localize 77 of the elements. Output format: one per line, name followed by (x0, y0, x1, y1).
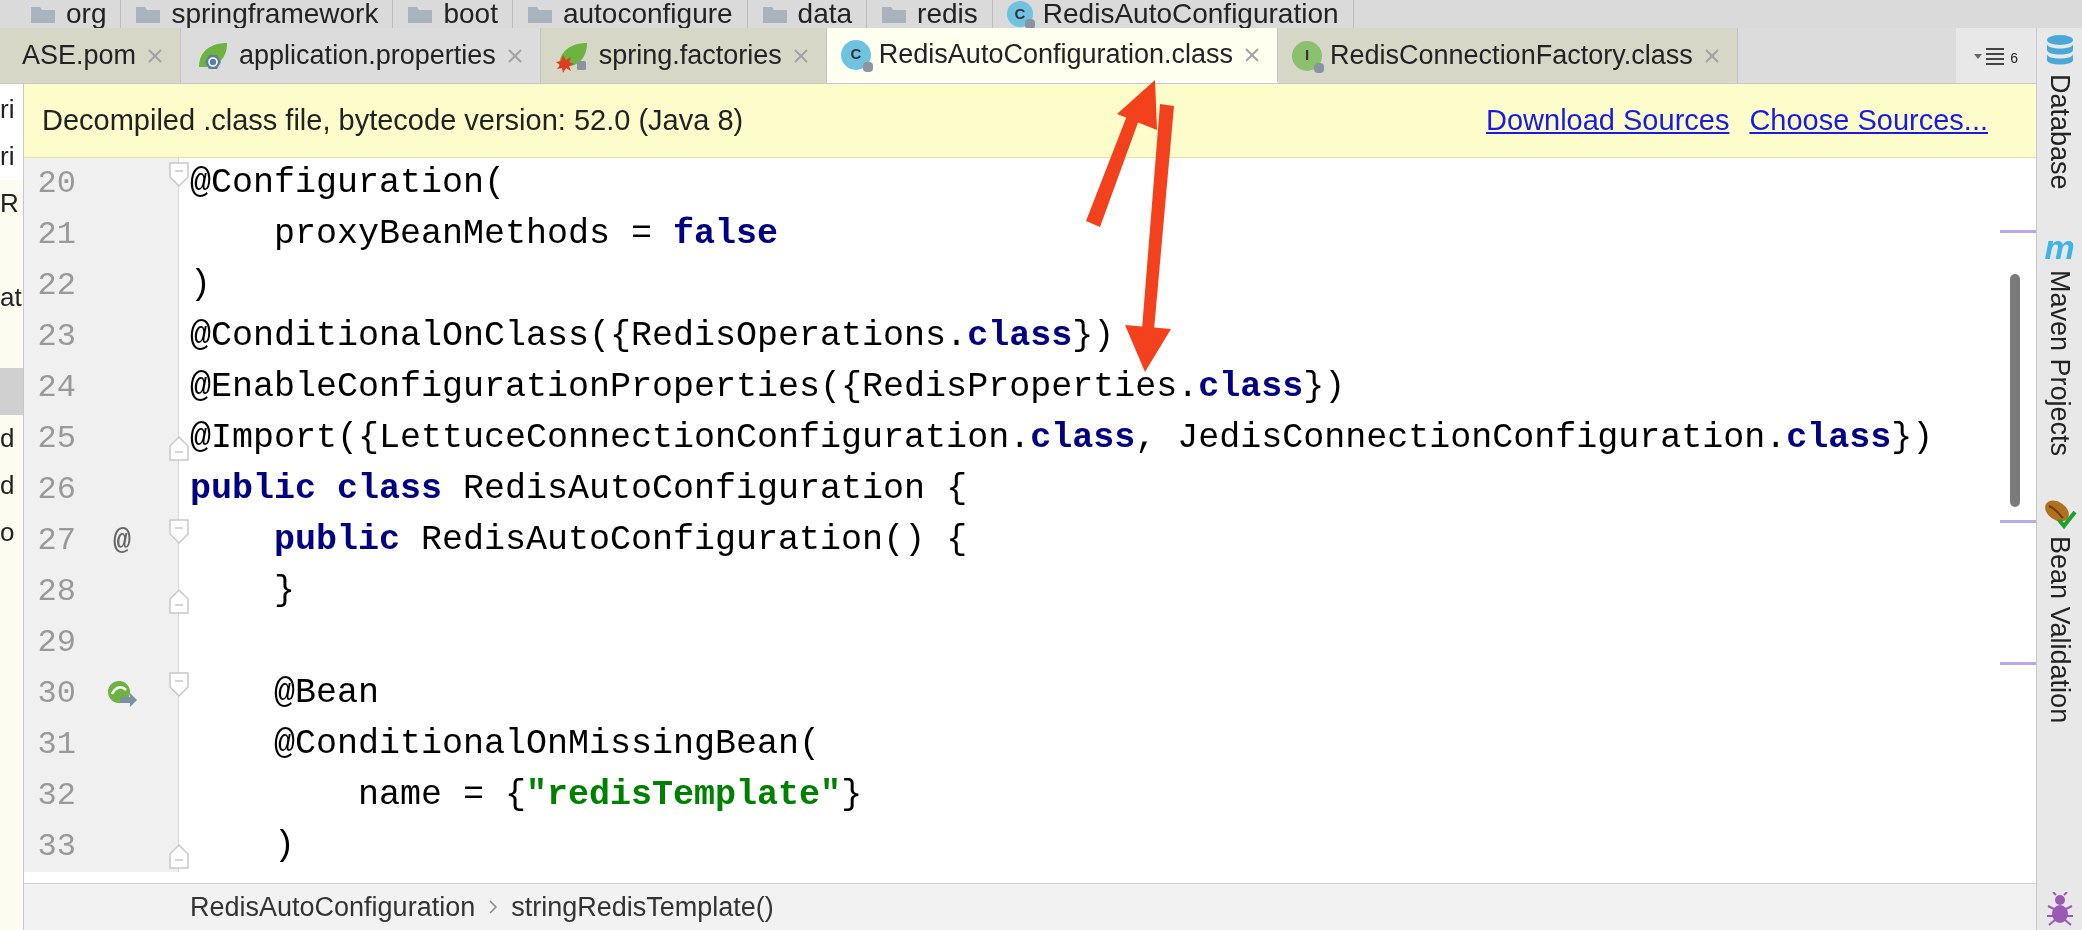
line-number: 23 (36, 316, 76, 357)
class-icon: C (1006, 1, 1033, 27)
ant-icon[interactable] (2044, 892, 2076, 926)
project-tree-row[interactable]: ri (0, 133, 23, 180)
line-number: 32 (36, 775, 76, 816)
fold-marker-icon[interactable] (169, 519, 189, 545)
code-line: @Configuration( (190, 162, 506, 205)
code-line: public class RedisAutoConfiguration { (190, 468, 968, 511)
line-number: 27 (36, 520, 76, 561)
fold-marker-icon[interactable] (169, 588, 189, 614)
chevron-right-icon (489, 900, 498, 914)
breadcrumb-item[interactable]: autoconfigure (562, 0, 733, 28)
line-number: 33 (36, 826, 76, 867)
code-line: ) (273, 825, 296, 868)
code-line: @EnableConfigurationProperties({RedisProperties.class}) (190, 366, 1346, 409)
line-number: 29 (36, 622, 76, 663)
folder-icon (135, 4, 162, 24)
editor-tab[interactable]: ASE.pom (0, 28, 182, 83)
line-number: 28 (36, 571, 76, 612)
tab-overflow-button[interactable]: 6 (1956, 28, 2036, 83)
project-tree-row[interactable]: R (0, 180, 23, 227)
code-line: @Import({LettuceConnectionConfiguration.class, JedisConnectionConfiguration.class}) (190, 417, 1934, 460)
code-line: name = {"redisTemplate"} (357, 774, 863, 817)
fold-marker-icon[interactable] (169, 162, 189, 188)
list-icon (1974, 46, 2007, 65)
folder-icon (407, 4, 434, 24)
editor-tab[interactable]: spring.factories (540, 28, 827, 83)
line-number: 20 (36, 163, 76, 204)
folder-icon (881, 4, 908, 24)
line-number: 31 (36, 724, 76, 765)
line-number: 25 (36, 418, 76, 459)
breadcrumb-item[interactable]: RedisAutoConfiguration (1042, 0, 1339, 28)
bean-method-icon[interactable] (106, 679, 138, 708)
breadcrumb-item[interactable]: data (797, 0, 853, 28)
editor-tab[interactable]: C RedisAutoConfiguration.class (826, 28, 1279, 83)
line-number: 26 (36, 469, 76, 510)
breadcrumb-item[interactable]: boot (443, 0, 498, 28)
code-line: ) (190, 264, 211, 307)
banner-link[interactable]: Download Sources (1486, 98, 1730, 143)
code-line: public RedisAutoConfiguration() { (273, 519, 968, 562)
fold-marker-icon[interactable] (169, 435, 189, 461)
maven-icon: m (2044, 229, 2075, 264)
code-line: } (273, 570, 296, 613)
breadcrumb-item[interactable]: redis (917, 0, 978, 28)
folder-icon (30, 4, 56, 24)
gutter-marker[interactable]: @ (113, 525, 131, 556)
line-number: 21 (36, 214, 76, 255)
editor-tab[interactable]: I RedisConnectionFactory.class (1278, 28, 1738, 83)
breadcrumb-item[interactable]: springframework (171, 0, 379, 28)
project-tree-row[interactable] (0, 368, 23, 415)
tool-window-button[interactable]: m Maven Projects (2039, 229, 2080, 456)
code-line: @ConditionalOnMissingBean( (273, 723, 821, 766)
project-tree-row[interactable]: ri (0, 86, 23, 133)
notice-text: Decompiled .class file, bytecode version: 52.0 (Java 8) (42, 102, 744, 138)
code-line: @Bean (273, 672, 380, 715)
project-tree-row[interactable]: d (0, 415, 23, 462)
line-number: 30 (36, 673, 76, 714)
breadcrumb-item[interactable]: stringRedisTemplate() (511, 886, 774, 928)
fold-marker-icon[interactable] (169, 672, 189, 698)
tool-window-button[interactable]: Bean Validation (2039, 495, 2080, 723)
code-line: @ConditionalOnClass({RedisOperations.class}) (190, 315, 1115, 358)
breadcrumb-item[interactable]: RedisAutoConfiguration (190, 886, 476, 928)
breadcrumb-item[interactable]: org (66, 0, 107, 28)
line-number: 22 (36, 265, 76, 306)
line-number: 24 (36, 367, 76, 408)
folder-icon (526, 4, 553, 24)
project-tree-row[interactable]: at (0, 274, 23, 321)
banner-link[interactable]: Choose Sources... (1749, 98, 1988, 143)
scrollbar-thumb[interactable] (2010, 274, 2020, 507)
tool-window-button[interactable]: Database (2039, 34, 2080, 190)
project-tree-row[interactable]: o (0, 509, 23, 556)
folder-icon (761, 4, 788, 24)
class-icon: C (840, 39, 871, 70)
interface-icon: I (1292, 40, 1323, 71)
code-line: proxyBeanMethods = false (273, 213, 779, 256)
project-tree-row[interactable]: d (0, 462, 23, 509)
fold-marker-icon[interactable] (169, 843, 189, 869)
